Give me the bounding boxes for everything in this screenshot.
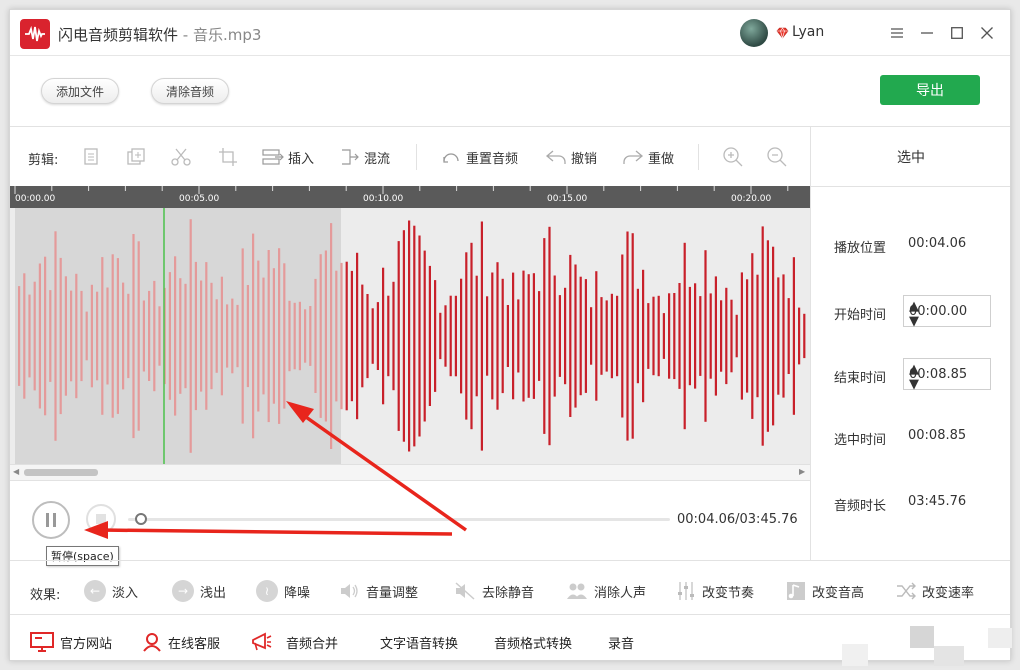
watermark-area — [842, 626, 1016, 666]
arrowhead — [84, 521, 108, 539]
annotation-arrows — [84, 401, 468, 539]
annotation-arrow — [99, 528, 453, 536]
annotation-arrow — [294, 408, 468, 532]
